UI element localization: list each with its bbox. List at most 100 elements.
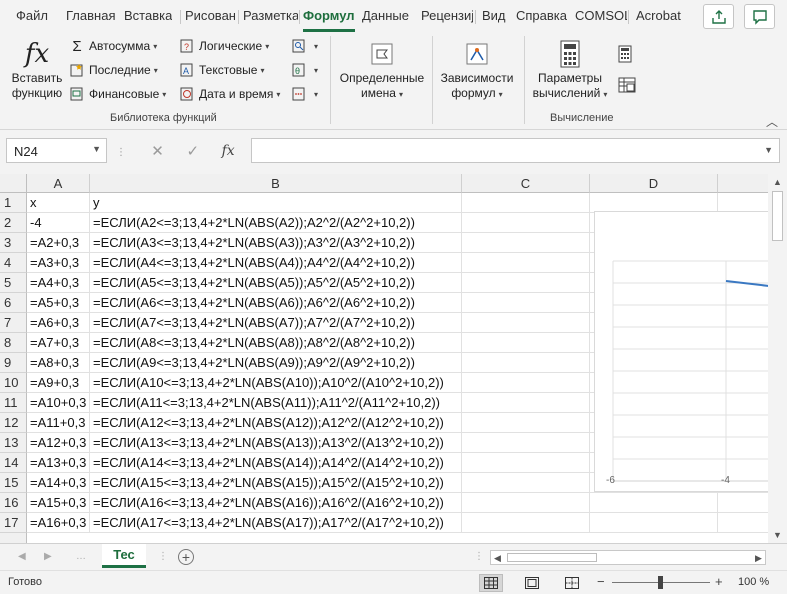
cell-b[interactable]: =ЕСЛИ(A15<=3;13,4+2*LN(ABS(A15));A15^2/(…: [90, 473, 462, 493]
tab-help[interactable]: Справка: [516, 8, 567, 23]
cell-b[interactable]: =ЕСЛИ(A10<=3;13,4+2*LN(ABS(A10));A10^2/(…: [90, 373, 462, 393]
cell-b[interactable]: =ЕСЛИ(A14<=3;13,4+2*LN(ABS(A14));A14^2/(…: [90, 453, 462, 473]
cell-d[interactable]: [590, 513, 718, 533]
tab-acrobat[interactable]: Acrobat: [636, 8, 681, 23]
zoom-level[interactable]: 100 %: [738, 576, 769, 588]
row-header[interactable]: 4: [0, 253, 27, 273]
more-sheets-icon[interactable]: …: [76, 551, 87, 562]
share-button[interactable]: [703, 4, 734, 29]
cell-a[interactable]: =A15+0,3: [27, 493, 90, 513]
cell-a[interactable]: =A12+0,3: [27, 433, 90, 453]
tab-draw[interactable]: Рисован: [185, 8, 235, 23]
cell-a[interactable]: -4: [27, 213, 90, 233]
cell-c[interactable]: [462, 493, 590, 513]
tab-page-layout[interactable]: Разметка: [243, 8, 298, 23]
cell-b[interactable]: =ЕСЛИ(A13<=3;13,4+2*LN(ABS(A13));A13^2/(…: [90, 433, 462, 453]
prev-sheet-icon[interactable]: ◀: [18, 551, 26, 562]
scroll-right-icon[interactable]: ▶: [755, 553, 762, 564]
cell-b[interactable]: =ЕСЛИ(A5<=3;13,4+2*LN(ABS(A5));A5^2/(A5^…: [90, 273, 462, 293]
cell-a[interactable]: =A7+0,3: [27, 333, 90, 353]
cell-a[interactable]: =A2+0,3: [27, 233, 90, 253]
cell-a[interactable]: =A6+0,3: [27, 313, 90, 333]
next-sheet-icon[interactable]: ▶: [44, 551, 52, 562]
collapse-ribbon-button[interactable]: ︿: [766, 113, 778, 130]
cell-a[interactable]: =A13+0,3: [27, 453, 90, 473]
cell-b[interactable]: =ЕСЛИ(A4<=3;13,4+2*LN(ABS(A4));A4^2/(A4^…: [90, 253, 462, 273]
cell-b[interactable]: =ЕСЛИ(A16<=3;13,4+2*LN(ABS(A16));A16^2/(…: [90, 493, 462, 513]
tab-data[interactable]: Данные: [362, 8, 409, 23]
cell-c[interactable]: [462, 213, 590, 233]
calculate-sheet-button[interactable]: [618, 77, 636, 93]
scroll-down-icon[interactable]: ▼: [773, 530, 782, 540]
lookup-functions-button[interactable]: ▾: [292, 39, 318, 53]
datetime-functions-button[interactable]: Дата и время ▾: [180, 87, 280, 101]
cell-c[interactable]: [462, 473, 590, 493]
cell-a[interactable]: =A10+0,3: [27, 393, 90, 413]
row-header[interactable]: [0, 533, 27, 543]
cell-c[interactable]: [462, 433, 590, 453]
column-header-a[interactable]: A: [27, 174, 90, 193]
cell-e[interactable]: [718, 193, 768, 213]
row-header[interactable]: 9: [0, 353, 27, 373]
embedded-chart[interactable]: -6 -4: [594, 211, 770, 492]
cell-a[interactable]: =A9+0,3: [27, 373, 90, 393]
column-header-b[interactable]: B: [90, 174, 462, 193]
page-break-view-button[interactable]: [560, 574, 584, 592]
add-sheet-button[interactable]: +: [178, 549, 194, 565]
logical-functions-button[interactable]: ? Логические ▾: [180, 39, 269, 53]
cell-a[interactable]: =A14+0,3: [27, 473, 90, 493]
cell-a[interactable]: =A16+0,3: [27, 513, 90, 533]
cell-a[interactable]: =A4+0,3: [27, 273, 90, 293]
cell-a[interactable]: =A3+0,3: [27, 253, 90, 273]
horizontal-scroll-thumb[interactable]: [507, 553, 597, 562]
row-header[interactable]: 1: [0, 193, 27, 213]
cancel-icon[interactable]: ✕: [151, 142, 164, 160]
column-header-e[interactable]: [718, 174, 768, 193]
cell-a[interactable]: =A5+0,3: [27, 293, 90, 313]
enter-icon[interactable]: ✓: [186, 142, 199, 160]
cell-c[interactable]: [462, 233, 590, 253]
cell-a[interactable]: x: [27, 193, 90, 213]
formula-bar-splitter[interactable]: ⋮: [116, 147, 127, 158]
cell-c[interactable]: [462, 513, 590, 533]
vertical-scroll-thumb[interactable]: [772, 191, 783, 241]
cell-b[interactable]: =ЕСЛИ(A3<=3;13,4+2*LN(ABS(A3));A3^2/(A3^…: [90, 233, 462, 253]
scroll-left-icon[interactable]: ◀: [494, 553, 501, 564]
cell-b[interactable]: y: [90, 193, 462, 213]
cell-a[interactable]: =A8+0,3: [27, 353, 90, 373]
tab-view[interactable]: Вид: [482, 8, 506, 23]
tab-review[interactable]: Рецензиј: [421, 8, 473, 23]
row-header[interactable]: 7: [0, 313, 27, 333]
column-header-c[interactable]: C: [462, 174, 590, 193]
row-header[interactable]: 13: [0, 433, 27, 453]
cell-b[interactable]: =ЕСЛИ(A2<=3;13,4+2*LN(ABS(A2));A2^2/(A2^…: [90, 213, 462, 233]
column-header-d[interactable]: D: [590, 174, 718, 193]
cell-c[interactable]: [462, 353, 590, 373]
tab-home[interactable]: Главная: [66, 8, 115, 23]
financial-functions-button[interactable]: Финансовые ▾: [70, 87, 166, 101]
autosum-button[interactable]: Σ Автосумма ▾: [70, 38, 157, 55]
tab-file[interactable]: Файл: [16, 8, 48, 23]
calculation-options-button[interactable]: Параметры вычислений ▾: [530, 37, 610, 102]
cell-c[interactable]: [462, 253, 590, 273]
row-header[interactable]: 15: [0, 473, 27, 493]
cell-b[interactable]: =ЕСЛИ(A6<=3;13,4+2*LN(ABS(A6));A6^2/(A6^…: [90, 293, 462, 313]
cell-a[interactable]: =A11+0,3: [27, 413, 90, 433]
row-header[interactable]: 17: [0, 513, 27, 533]
cell-b[interactable]: =ЕСЛИ(A9<=3;13,4+2*LN(ABS(A9));A9^2/(A9^…: [90, 353, 462, 373]
cell-c[interactable]: [462, 193, 590, 213]
row-header[interactable]: 3: [0, 233, 27, 253]
cell-c[interactable]: [462, 373, 590, 393]
comments-button[interactable]: [744, 4, 775, 29]
cell-c[interactable]: [462, 293, 590, 313]
row-header[interactable]: 8: [0, 333, 27, 353]
zoom-out-button[interactable]: −: [597, 574, 605, 589]
calculate-now-button[interactable]: [618, 45, 632, 63]
formula-input[interactable]: ▼: [251, 138, 780, 163]
cell-b[interactable]: =ЕСЛИ(A8<=3;13,4+2*LN(ABS(A8));A8^2/(A8^…: [90, 333, 462, 353]
formula-dependencies-button[interactable]: Зависимости формул ▾: [436, 37, 518, 102]
scroll-up-icon[interactable]: ▲: [773, 177, 782, 187]
normal-view-button[interactable]: [479, 574, 503, 592]
select-all-corner[interactable]: [0, 174, 27, 193]
tab-formulas[interactable]: Формул: [303, 8, 357, 23]
